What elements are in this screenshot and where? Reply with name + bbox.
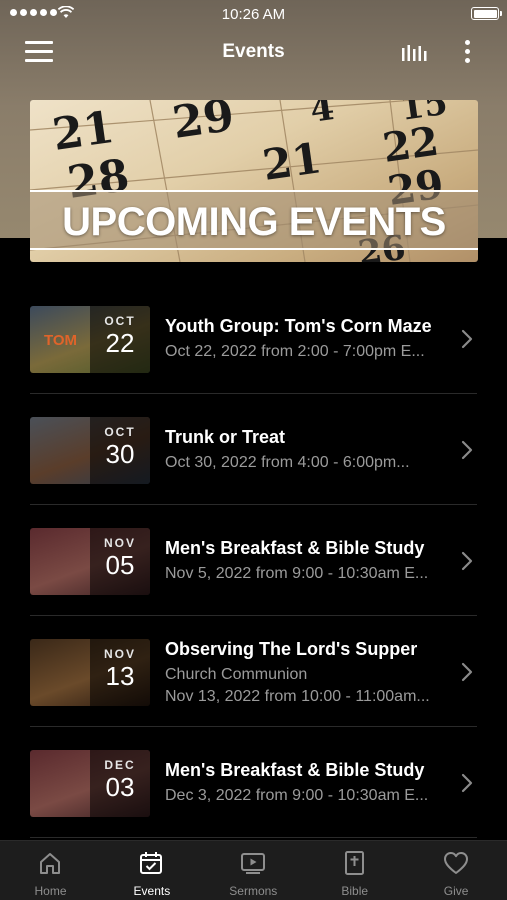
event-thumbnail: NOV 13 (30, 639, 150, 706)
calendar-icon (140, 852, 163, 874)
event-info: Men's Breakfast & Bible Study Dec 3, 2022… (165, 760, 460, 805)
tab-bible[interactable]: Bible (304, 841, 405, 900)
banner-title: UPCOMING EVENTS (62, 200, 446, 244)
tab-events[interactable]: Events (101, 841, 202, 900)
event-subtitle: Oct 22, 2022 from 2:00 - 7:00pm E... (165, 343, 425, 360)
event-title: Youth Group: Tom's Corn Maze (165, 316, 432, 336)
date-badge: DEC 03 (90, 750, 150, 817)
navigation-bar: Events (0, 28, 507, 76)
date-badge: NOV 13 (90, 639, 150, 706)
event-list-item[interactable]: NOV 13 Observing The Lord's Supper Church C… (0, 616, 507, 727)
page-title: Events (222, 41, 285, 62)
event-info: Observing The Lord's Supper Church Commun… (165, 639, 460, 706)
bible-icon (345, 851, 365, 875)
tab-home[interactable]: Home (0, 841, 101, 900)
date-badge: OCT 30 (90, 417, 150, 484)
date-day: 22 (105, 328, 135, 358)
chevron-right-icon (461, 329, 473, 349)
date-month: NOV (103, 536, 136, 550)
event-title: Men's Breakfast & Bible Study (165, 538, 425, 558)
tab-label: Bible (341, 884, 369, 898)
chevron-right-icon (461, 440, 473, 460)
tab-sermons[interactable]: Sermons (203, 841, 304, 900)
event-info: Trunk or Treat Oct 30, 2022 from 4:00 - 6… (165, 427, 460, 472)
tab-give[interactable]: Give (406, 841, 507, 900)
event-list-item[interactable]: DEC 03 Men's Breakfast & Bible Study Dec 3,… (0, 727, 507, 838)
video-icon (240, 853, 265, 874)
event-info: Youth Group: Tom's Corn Maze Oct 22, 2022… (165, 316, 460, 361)
date-badge: OCT 22 (90, 306, 150, 373)
event-subtitle: Nov 13, 2022 from 10:00 - 11:00am... (165, 688, 430, 705)
status-bar: 10:26 AM (0, 0, 507, 28)
divider (30, 837, 477, 838)
chevron-right-icon (461, 662, 473, 682)
event-list-item[interactable]: OCT 30 Trunk or Treat Oct 30, 2022 from 4:0… (0, 394, 507, 505)
calendar-number: 21 (260, 133, 325, 190)
event-info: Men's Breakfast & Bible Study Nov 5, 2022… (165, 538, 460, 583)
audio-bars-icon[interactable] (399, 40, 429, 64)
calendar-number: 4 (308, 100, 337, 131)
battery-icon (471, 7, 502, 20)
tab-label: Events (133, 884, 171, 898)
date-day: 05 (105, 550, 135, 580)
date-day: 03 (105, 772, 135, 802)
chevron-right-icon (461, 551, 473, 571)
upcoming-events-banner[interactable]: 21 29 4 15 28 21 22 29 26 UPCOMING EVENT… (30, 100, 478, 262)
more-options-button[interactable] (460, 38, 476, 66)
date-day: 30 (105, 439, 135, 469)
chevron-right-icon (461, 773, 473, 793)
date-month: OCT (104, 314, 136, 328)
thumbnail-sign-text: TOM (44, 332, 78, 349)
calendar-number: 29 (169, 100, 237, 149)
event-subtitle: Dec 3, 2022 from 9:00 - 10:30am E... (165, 787, 429, 804)
date-badge: NOV 05 (90, 528, 150, 595)
home-icon (40, 853, 60, 874)
event-list-item[interactable]: NOV 05 Men's Breakfast & Bible Study Nov 5,… (0, 505, 507, 616)
event-title: Observing The Lord's Supper (165, 639, 418, 659)
event-subtitle: Church Communion (165, 666, 308, 683)
tab-label: Sermons (229, 884, 278, 898)
event-thumbnail: DEC 03 (30, 750, 150, 817)
event-thumbnail: OCT 30 (30, 417, 150, 484)
event-title: Trunk or Treat (165, 427, 286, 447)
tab-label: Give (443, 884, 469, 898)
event-title: Men's Breakfast & Bible Study (165, 760, 425, 780)
event-thumbnail: TOM OCT 22 (30, 306, 150, 373)
date-month: OCT (104, 425, 136, 439)
status-time: 10:26 AM (221, 6, 286, 23)
date-month: NOV (103, 647, 136, 661)
tab-label: Home (34, 884, 67, 898)
date-day: 13 (105, 661, 135, 691)
event-thumbnail: NOV 05 (30, 528, 150, 595)
event-subtitle: Oct 30, 2022 from 4:00 - 6:00pm... (165, 454, 410, 471)
date-month: DEC (104, 758, 136, 772)
events-list: TOM OCT 22 Youth Group: Tom's Corn Maze Oct … (0, 283, 507, 838)
tab-bar: Home Events Sermons Bible Give (0, 840, 507, 900)
event-subtitle: Nov 5, 2022 from 9:00 - 10:30am E... (165, 565, 429, 582)
event-list-item[interactable]: TOM OCT 22 Youth Group: Tom's Corn Maze Oct … (0, 283, 507, 394)
heart-icon (443, 852, 468, 874)
